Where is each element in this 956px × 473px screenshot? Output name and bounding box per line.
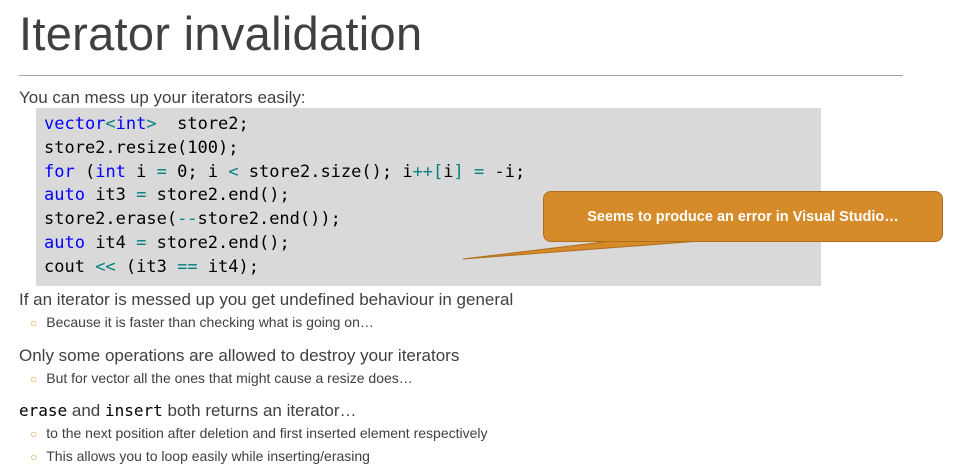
subpoint-loop-text: This allows you to loop easily while ins… bbox=[46, 448, 370, 464]
subpoint-faster: ○ Because it is faster than checking what… bbox=[30, 314, 374, 330]
erase-keyword: erase bbox=[19, 401, 68, 420]
subpoint-resize-text: But for vector all the ones that might c… bbox=[46, 370, 413, 386]
insert-keyword: insert bbox=[104, 401, 163, 420]
callout-text: Seems to produce an error in Visual Stud… bbox=[587, 208, 899, 225]
callout-box: Seems to produce an error in Visual Stud… bbox=[543, 191, 943, 242]
subpoint-next-position: ○ to the next position after deletion and… bbox=[30, 425, 488, 441]
subpoint-loop: ○ This allows you to loop easily while in… bbox=[30, 448, 370, 464]
returns-text: both returns an iterator… bbox=[162, 401, 357, 420]
point-undefined-behaviour: If an iterator is messed up you get unde… bbox=[19, 290, 514, 309]
subpoint-faster-text: Because it is faster than checking what … bbox=[46, 314, 374, 330]
point-returns-iterator: erase and insert both returns an iterato… bbox=[19, 401, 357, 421]
subpoint-next-position-text: to the next position after deletion and … bbox=[46, 425, 488, 441]
bullet-icon: ○ bbox=[30, 427, 38, 441]
bullet-icon: ○ bbox=[30, 450, 38, 464]
subpoint-resize: ○ But for vector all the ones that might … bbox=[30, 370, 413, 386]
bullet-icon: ○ bbox=[30, 372, 38, 386]
and-text: and bbox=[67, 401, 105, 420]
bullet-icon: ○ bbox=[30, 316, 38, 330]
point-operations: Only some operations are allowed to dest… bbox=[19, 346, 460, 365]
